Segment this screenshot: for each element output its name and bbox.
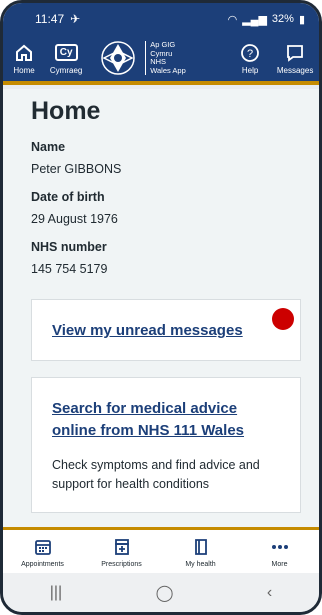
battery-icon: ▮ [298,13,305,26]
nhs-number-label: NHS number [31,240,107,254]
recent-apps-icon[interactable]: ||| [50,584,62,602]
status-bar: 11:47 ✈ ◠ ▂▄▆ 32% ▮ [3,3,319,35]
more-tab[interactable]: More [242,530,318,574]
home-button[interactable]: Home [3,35,45,81]
language-icon: Cy [54,42,78,64]
dob-value: 29 August 1976 [31,212,118,226]
unread-indicator-dot [272,308,294,330]
home-label: Home [13,65,35,75]
home-icon [13,42,35,64]
svg-text:?: ? [247,48,253,60]
language-label: Cymraeg [49,65,83,75]
prescriptions-label: Prescriptions [101,560,142,568]
home-circle-icon[interactable]: ◯ [156,583,174,603]
calendar-icon [32,536,54,558]
prescriptions-tab[interactable]: Prescriptions [84,530,160,574]
message-icon [284,42,306,64]
messages-label: Messages [276,65,314,75]
medical-advice-description: Check symptoms and find advice and suppo… [52,458,260,491]
language-button[interactable]: Cy Cymraeg [45,35,87,81]
nhs-wales-brand: Ap GIG Cymru NHS Wales App [95,38,229,78]
system-navigation-bar: ||| ◯ ‹ [3,573,319,612]
wifi-icon: ◠ [227,13,238,26]
app-header: Home Cy Cymraeg Ap GIG Cymru NHS Wales A… [3,35,319,85]
main-content: Home Name Peter GIBBONS Date of birth 29… [3,89,319,527]
unread-messages-link[interactable]: View my unread messages [52,320,243,342]
signal-icon: ▂▄▆ [242,13,267,26]
brand-text: Ap GIG Cymru NHS Wales App [145,40,186,75]
help-label: Help [241,65,259,75]
nhs-wales-logo-icon [95,38,141,78]
medical-advice-card[interactable]: Search for medical advice online from NH… [31,377,301,513]
appointments-label: Appointments [21,560,64,568]
my-health-label: My health [185,560,216,568]
phone-frame: 11:47 ✈ ◠ ▂▄▆ 32% ▮ Home Cy Cymraeg Ap G… [0,0,322,615]
book-icon [190,536,212,558]
nhs-number-value: 145 754 5179 [31,262,108,276]
medical-advice-link[interactable]: Search for medical advice online from NH… [52,398,280,442]
more-dots-icon [269,536,291,558]
battery-level: 32% [271,13,294,25]
appointments-tab[interactable]: Appointments [5,530,81,574]
status-time: 11:47 [35,12,65,26]
help-button[interactable]: ? Help [229,35,271,81]
more-label: More [271,560,288,568]
help-icon: ? [239,42,261,64]
bottom-navigation: Appointments Prescriptions My health Mor… [3,527,319,573]
page-title: Home [31,97,101,125]
dob-label: Date of birth [31,190,105,204]
unread-messages-card[interactable]: View my unread messages [31,299,301,361]
name-value: Peter GIBBONS [31,162,122,176]
messages-button[interactable]: Messages [271,35,319,81]
back-icon[interactable]: ‹ [267,584,272,602]
name-label: Name [31,140,66,154]
my-health-tab[interactable]: My health [163,530,239,574]
prescription-icon [111,536,133,558]
cast-icon: ✈ [70,12,81,26]
